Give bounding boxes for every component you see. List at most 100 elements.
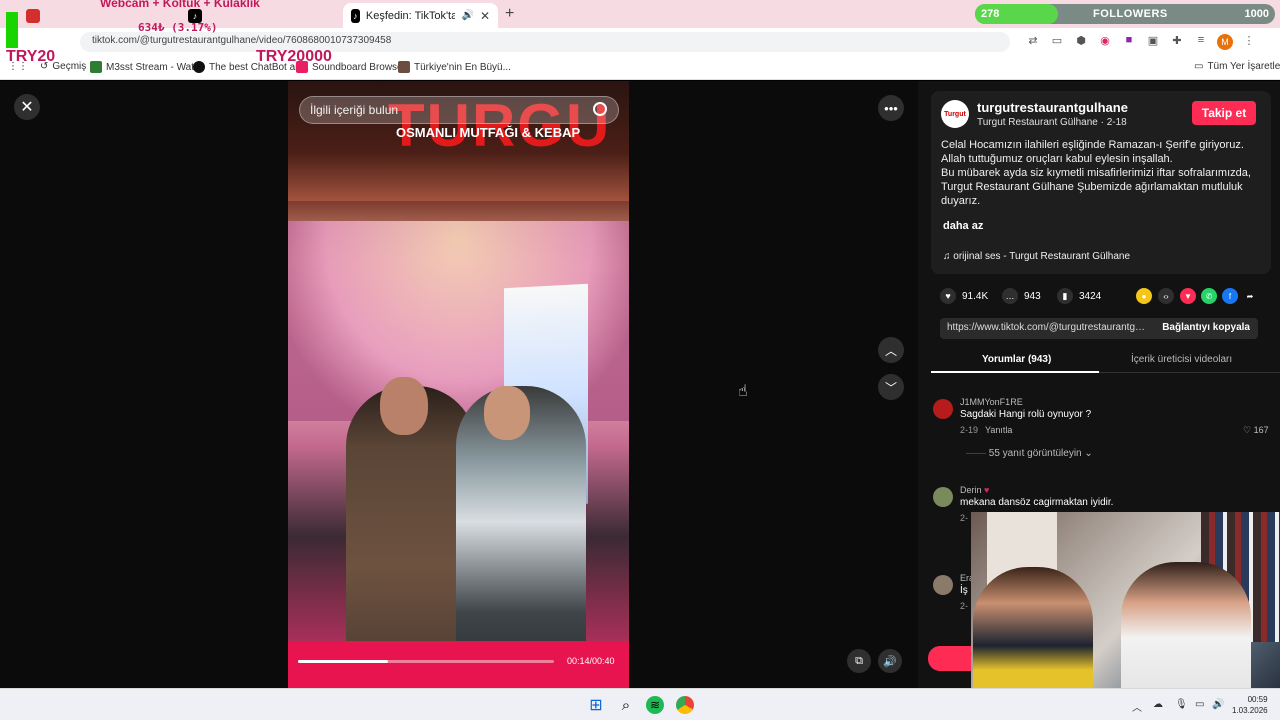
webcam-person-left [973, 567, 1093, 688]
share-arrow-icon[interactable]: ➦ [1242, 288, 1258, 304]
facebook-icon[interactable]: f [1222, 288, 1238, 304]
bookmark-label: Tüm Yer İşaretleri [1207, 61, 1280, 72]
windows-start-icon[interactable]: ⊞ [587, 696, 605, 714]
desc-line: Allah tuttuğumuz oruçları kabul eylesin … [941, 153, 1173, 165]
comment-author[interactable]: Derin ♥ [960, 485, 989, 495]
less-button[interactable]: daha az [943, 220, 983, 232]
reply-button[interactable]: Yanıtla [985, 425, 1012, 435]
account-display-name: Turgut Restaurant Gülhane · 2-18 [977, 117, 1127, 128]
red-square-icon [26, 8, 40, 23]
tab-kesfedin[interactable]: ♪ Keşfedin: TikTok'ta favori vi... 🔊 ✕ [343, 3, 498, 28]
spotify-icon[interactable]: ≋ [646, 696, 664, 714]
related-search-input[interactable]: İlgili içeriği bulun [299, 96, 619, 124]
whatsapp-icon[interactable]: ✆ [1201, 288, 1217, 304]
more-options-button[interactable]: ••• [878, 95, 904, 121]
next-video-button[interactable]: ﹀ [878, 374, 904, 400]
avatar[interactable] [933, 487, 953, 507]
ext-icon-2[interactable]: ◉ [1097, 34, 1113, 50]
account-username[interactable]: turgutrestaurantgulhane [977, 100, 1128, 115]
heart-icon: ♥ [940, 288, 956, 304]
close-tab-icon[interactable]: ✕ [480, 9, 490, 23]
save-action[interactable]: ▮ 3424 [1057, 288, 1101, 304]
comment-action[interactable]: … 943 [1002, 288, 1041, 304]
m3sst-icon [90, 61, 102, 73]
author-name: Derin [960, 485, 982, 495]
followers-goal-bar: 278 FOLLOWERS 1000 [975, 4, 1275, 24]
speaker-icon[interactable]: 🔊 [461, 10, 473, 21]
microphone-icon[interactable]: 🎙 [1175, 699, 1188, 710]
video-progress-bar[interactable] [298, 660, 554, 663]
avatar[interactable] [933, 399, 953, 419]
previous-video-button[interactable]: ︿ [878, 337, 904, 363]
search-icon[interactable]: ⌕ [617, 696, 635, 714]
queue-icon[interactable]: ≡ [1193, 34, 1209, 50]
taskbar-clock[interactable]: 00:59 1.03.2026 [1232, 694, 1268, 716]
copy-link-button[interactable]: Bağlantıyı kopyala [1162, 322, 1250, 333]
overlay-price-text: 634₺ (3.17%) [138, 21, 218, 34]
mouse-cursor: ☝ [738, 383, 748, 400]
coin-icon[interactable]: ● [1136, 288, 1152, 304]
bookmark-shop[interactable]: Türkiye'nin En Büyü... [398, 61, 511, 73]
music-title: orijinal ses - Turgut Restaurant Gülhane [953, 251, 1131, 262]
bookmark-m3sst[interactable]: M3sst Stream - Wat... [90, 61, 202, 73]
tab-creator-videos[interactable]: İçerik üreticisi videoları [1131, 354, 1232, 365]
desc-line: duyarız. [941, 195, 981, 207]
video-player-area: ✕ TURGU OSMANLI MUTFAĞI & KEBAP İlgili i… [0, 81, 918, 688]
new-tab-button[interactable]: + [505, 5, 514, 23]
desc-line: Celal Hocamızın ilahileri eşliğinde Rama… [941, 139, 1244, 151]
music-note-icon: ♫ [943, 251, 954, 262]
volume-icon[interactable]: 🔊 [1212, 699, 1224, 710]
video-link-text[interactable]: https://www.tiktok.com/@turgutrestaurant… [947, 322, 1149, 333]
folder-icon: ▭ [1194, 61, 1204, 72]
ext-icon-1[interactable]: ⬢ [1073, 34, 1089, 50]
video-frame[interactable]: TURGU OSMANLI MUTFAĞI & KEBAP [288, 81, 629, 688]
tray-expand-icon[interactable]: ︿ [1132, 699, 1142, 714]
avatar[interactable] [933, 575, 953, 595]
tab-comments[interactable]: Yorumlar (943) [982, 354, 1051, 365]
ext-icon-4[interactable]: ▣ [1145, 34, 1161, 50]
comment-like[interactable]: ♡ 167 [1243, 425, 1269, 436]
video-link-box: https://www.tiktok.com/@turgutrestaurant… [940, 318, 1258, 339]
bookmark-folder-all[interactable]: ▭ Tüm Yer İşaretleri [1194, 61, 1280, 72]
embed-icon[interactable]: ‹› [1158, 288, 1174, 304]
close-video-button[interactable]: ✕ [14, 94, 40, 120]
bookmark-label: M3sst Stream - Wat... [106, 61, 203, 73]
chevron-down-icon: ⌄ [1084, 448, 1093, 459]
pip-button[interactable]: ⧉ [847, 649, 871, 673]
bookmark-label: Türkiye'nin En Büyü... [414, 61, 511, 73]
comment-text: mekana dansöz cagirmaktan iyidir. [960, 497, 1114, 508]
translate-icon[interactable]: ⇄ [1025, 34, 1041, 50]
comment-count: 943 [1024, 290, 1041, 302]
bookmark-label: Geçmiş [52, 61, 87, 72]
volume-button[interactable]: 🔊 [878, 649, 902, 673]
comment-author[interactable]: J1MMYonF1RE [960, 397, 1023, 407]
follow-button[interactable]: Takip et [1192, 101, 1256, 125]
person-left-head [380, 377, 428, 435]
desc-line: Turgut Restaurant Gülhane Şubemizde ağır… [941, 181, 1243, 193]
view-replies-button[interactable]: —— 55 yanıt görüntüleyin ⌄ [966, 448, 1093, 459]
tab-title: Keşfedin: TikTok'ta favori vi... [365, 9, 456, 22]
webcam-person-right [1121, 562, 1251, 688]
account-logo[interactable]: Turgut [941, 100, 969, 128]
video-progress-fill [298, 660, 388, 663]
overlay-green-bar [6, 12, 18, 48]
cloud-icon[interactable]: ☁ [1153, 699, 1163, 710]
sign-sub-text: OSMANLI MUTFAĞI & KEBAP [396, 125, 581, 140]
send-icon[interactable]: ▼ [1180, 288, 1196, 304]
chrome-icon[interactable] [676, 696, 694, 714]
cast-icon[interactable]: ▭ [1049, 34, 1065, 50]
search-icon[interactable] [593, 102, 607, 116]
like-action[interactable]: ♥ 91.4K [940, 288, 988, 304]
url-input[interactable]: tiktok.com/@turgutrestaurantgulhane/vide… [80, 32, 1010, 52]
ext-icon-3[interactable]: ■ [1121, 34, 1137, 50]
puzzle-icon[interactable]: ✚ [1169, 34, 1185, 50]
menu-dots-icon[interactable]: ⋮ [1241, 34, 1257, 50]
profile-avatar[interactable]: M [1217, 34, 1233, 50]
desc-line: Bu mübarek ayda siz kıymetli misafirleri… [941, 167, 1251, 179]
bookmark-icon: ▮ [1057, 288, 1073, 304]
divider-line: —— [966, 448, 989, 459]
network-icon[interactable]: ▭ [1195, 699, 1204, 710]
bookmarks-bar: ⋮⋮ ↺ Geçmiş M3sst Stream - Wat... The be… [0, 56, 1280, 80]
music-link[interactable]: ♫ orijinal ses - Turgut Restaurant Gülha… [943, 251, 1130, 262]
screen: ♪ ♪ Keşfedin: TikTok'ta favori vi... 🔊 ✕… [0, 0, 1280, 720]
